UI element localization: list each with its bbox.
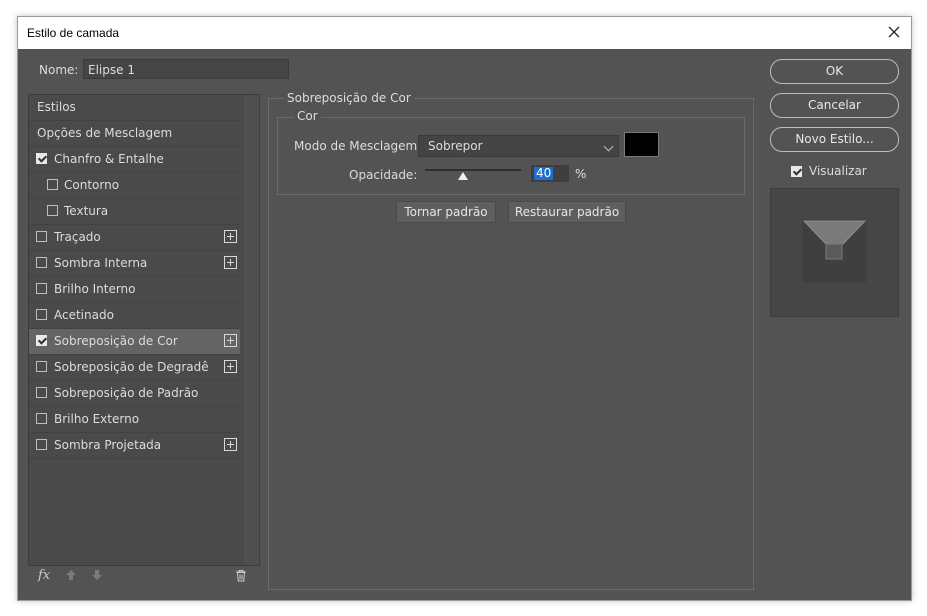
add-effect-icon[interactable] (224, 256, 237, 269)
chevron-down-icon (603, 141, 614, 152)
title-bar: Estilo de camada (18, 17, 911, 49)
preview-label: Visualizar (809, 164, 867, 178)
opacity-slider-thumb[interactable] (458, 172, 469, 180)
style-item-checkbox[interactable] (36, 335, 47, 346)
opacity-label: Opacidade: (349, 168, 418, 182)
blend-mode-label: Modo de Mesclagem: (294, 139, 422, 153)
color-group-title: Cor (294, 109, 321, 123)
style-item-checkbox[interactable] (47, 179, 58, 190)
styles-list-toolbar: fx (28, 565, 258, 589)
blend-mode-value: Sobrepor (428, 139, 483, 153)
layer-style-dialog: Estilo de camada Nome: Elipse 1 Estilos O… (17, 16, 912, 601)
style-item-label: Brilho Interno (54, 282, 136, 296)
move-down-icon[interactable] (91, 569, 103, 584)
overlay-color-swatch[interactable] (624, 132, 659, 157)
style-item-checkbox[interactable] (36, 257, 47, 268)
new-style-button[interactable]: Novo Estilo... (770, 127, 899, 152)
move-up-icon[interactable] (65, 569, 77, 584)
name-label: Nome: (39, 63, 79, 77)
style-preview (770, 188, 899, 317)
fx-icon[interactable]: fx (38, 568, 50, 583)
styles-list-panel: Estilos Opções de Mesclagem Chanfro & Enta… (28, 94, 260, 566)
preview-checkbox[interactable] (791, 166, 802, 177)
style-item-label: Chanfro & Entalhe (54, 152, 164, 166)
style-item[interactable]: Brilho Interno (29, 277, 240, 303)
style-item-label: Sobreposição de Degradê (54, 360, 209, 374)
style-item-label: Textura (64, 204, 109, 218)
style-item[interactable]: Sobreposição de Padrão (29, 381, 240, 407)
trash-icon[interactable] (235, 569, 247, 585)
style-item-label: Opções de Mesclagem (37, 126, 173, 140)
add-effect-icon[interactable] (224, 230, 237, 243)
style-item[interactable]: Chanfro & Entalhe (29, 147, 240, 173)
make-default-button[interactable]: Tornar padrão (396, 201, 496, 223)
style-item-checkbox[interactable] (47, 205, 58, 216)
style-item[interactable]: Sobreposição de Cor (29, 329, 240, 355)
styles-list-scrollbar[interactable] (242, 95, 259, 565)
add-effect-icon[interactable] (224, 360, 237, 373)
preview-thumbnail (802, 219, 867, 283)
style-item-checkbox[interactable] (36, 283, 47, 294)
style-item-checkbox[interactable] (36, 361, 47, 372)
add-effect-icon[interactable] (224, 334, 237, 347)
style-item-label: Sobreposição de Padrão (54, 386, 199, 400)
blend-mode-select[interactable]: Sobrepor (418, 135, 619, 157)
style-item-checkbox[interactable] (36, 439, 47, 450)
cancel-button[interactable]: Cancelar (770, 93, 899, 118)
preview-toggle[interactable]: Visualizar (791, 164, 891, 180)
style-item[interactable]: Textura (29, 199, 240, 225)
ok-button[interactable]: OK (770, 59, 899, 84)
add-effect-icon[interactable] (224, 438, 237, 451)
name-input[interactable]: Elipse 1 (83, 59, 289, 79)
style-item[interactable]: Brilho Externo (29, 407, 240, 433)
style-item-label: Traçado (54, 230, 101, 244)
style-item[interactable]: Contorno (29, 173, 240, 199)
style-item-checkbox[interactable] (36, 231, 47, 242)
style-item[interactable]: Sombra Interna (29, 251, 240, 277)
percent-sign: % (575, 167, 587, 181)
style-item-label: Estilos (37, 100, 76, 114)
dialog-title: Estilo de camada (27, 26, 120, 40)
style-item-label: Sobreposição de Cor (54, 334, 178, 348)
style-item[interactable]: Opções de Mesclagem (29, 121, 240, 147)
style-item-label: Sombra Projetada (54, 438, 162, 452)
style-item[interactable]: Acetinado (29, 303, 240, 329)
style-item-label: Contorno (64, 178, 120, 192)
style-item-checkbox[interactable] (36, 387, 47, 398)
style-item-label: Acetinado (54, 308, 114, 322)
style-item-checkbox[interactable] (36, 153, 47, 164)
style-item[interactable]: Sombra Projetada (29, 433, 240, 459)
opacity-slider[interactable] (425, 169, 521, 171)
style-item[interactable]: Traçado (29, 225, 240, 251)
close-icon[interactable] (883, 21, 905, 43)
style-item-label: Sombra Interna (54, 256, 148, 270)
panel-title: Sobreposição de Cor (284, 91, 414, 105)
style-item-label: Brilho Externo (54, 412, 140, 426)
style-item[interactable]: Sobreposição de Degradê (29, 355, 240, 381)
style-item[interactable]: Estilos (29, 95, 240, 121)
opacity-value: 40 (534, 166, 554, 180)
style-item-checkbox[interactable] (36, 309, 47, 320)
style-item-checkbox[interactable] (36, 413, 47, 424)
reset-default-button[interactable]: Restaurar padrão (508, 201, 626, 223)
opacity-input[interactable]: 40 (530, 164, 570, 183)
